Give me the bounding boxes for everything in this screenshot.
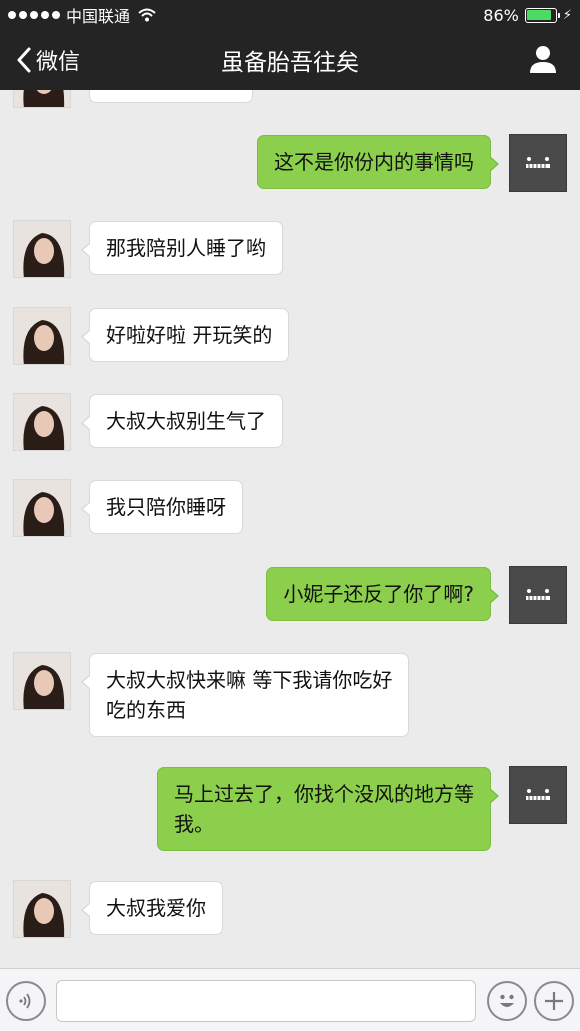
user-avatar[interactable] [509, 566, 567, 624]
back-label: 微信 [36, 50, 81, 75]
outgoing-bubble: 小妮子还反了你了啊? [266, 567, 499, 621]
voice-icon [19, 993, 31, 1009]
incoming-bubble: 大叔大叔快来嘛 等下我请你吃好 吃的东西 [80, 653, 410, 737]
incoming-bubble: 大叔我爱你 [81, 881, 223, 935]
emoji-icon [500, 994, 514, 1007]
battery-percent: 86% [483, 5, 519, 25]
contact-avatar[interactable] [13, 880, 71, 938]
back-button[interactable]: 微信 [0, 44, 80, 76]
voice-button[interactable] [6, 981, 46, 1021]
incoming-bubble: 好啦好啦 开玩笑的 [80, 308, 290, 362]
contact-avatar[interactable] [13, 307, 71, 365]
input-bar [0, 968, 580, 1031]
plus-icon [545, 992, 563, 1010]
chevron-left-icon [17, 47, 31, 73]
outgoing-bubble: 这不是你份内的事情吗 [257, 135, 499, 189]
incoming-bubble [89, 90, 253, 103]
person-icon[interactable] [528, 44, 558, 74]
incoming-bubble: 大叔大叔别生气了 [81, 394, 283, 448]
incoming-bubble: 我只陪你睡呀 [81, 480, 243, 534]
chat-area[interactable]: 这不是你份内的事情吗 那我陪别人睡了哟 好啦好啦 开玩笑的 大叔大叔别生气了 我… [0, 90, 580, 968]
user-avatar[interactable] [509, 134, 567, 192]
status-bar: 中国联通 86% ⚡ [0, 0, 580, 30]
chat-title: 虽备胎吾往矣 [221, 50, 359, 76]
user-avatar[interactable] [509, 766, 567, 824]
outgoing-bubble: 马上过去了，你找个没风的地方等 我。 [157, 767, 499, 851]
contact-avatar[interactable] [13, 220, 71, 278]
signal-icon [8, 11, 60, 19]
contact-avatar[interactable] [13, 90, 71, 108]
emoji-button[interactable] [487, 981, 527, 1021]
contact-avatar[interactable] [13, 393, 71, 451]
contact-avatar[interactable] [13, 479, 71, 537]
nav-bar: 微信 虽备胎吾往矣 [0, 30, 580, 90]
carrier-label: 中国联通 [66, 7, 131, 26]
plus-button[interactable] [534, 981, 574, 1021]
battery-icon [524, 7, 560, 23]
contact-avatar[interactable] [13, 652, 71, 710]
charging-icon: ⚡ [562, 7, 572, 23]
wifi-icon [138, 8, 156, 22]
incoming-bubble: 那我陪别人睡了哟 [81, 221, 283, 275]
message-input[interactable] [56, 980, 476, 1022]
